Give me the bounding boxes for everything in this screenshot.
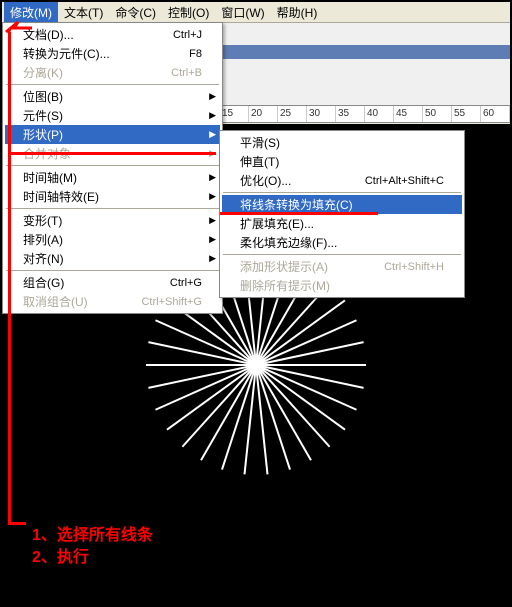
menu-text[interactable]: 文本(T) xyxy=(58,2,109,23)
menu-timeline[interactable]: 时间轴(M) ▶ xyxy=(5,168,220,187)
menu-shortcut: Ctrl+Shift+H xyxy=(384,261,444,273)
ruler-tick: 15 xyxy=(220,106,249,122)
menu-label: 扩展填充(E)... xyxy=(240,215,444,232)
menu-label: 对齐(N) xyxy=(23,250,202,267)
timeline-strip xyxy=(220,45,510,59)
red-annotation-line xyxy=(220,212,378,215)
ruler-tick: 30 xyxy=(307,106,336,122)
menu-shortcut: Ctrl+B xyxy=(171,67,202,79)
menu-label: 转换为元件(C)... xyxy=(23,45,189,62)
menu-arrange[interactable]: 排列(A) ▶ xyxy=(5,230,220,249)
menu-label: 排列(A) xyxy=(23,231,202,248)
menu-label: 位图(B) xyxy=(23,88,202,105)
menu-symbol[interactable]: 元件(S) ▶ xyxy=(5,106,220,125)
menu-label: 分离(K) xyxy=(23,64,171,81)
ruler-tick: 60 xyxy=(481,106,510,122)
menu-timeline-fx[interactable]: 时间轴特效(E) ▶ xyxy=(5,187,220,206)
menu-ungroup: 取消组合(U) Ctrl+Shift+G xyxy=(5,292,220,311)
menu-label: 形状(P) xyxy=(23,126,202,143)
menu-label: 删除所有提示(M) xyxy=(240,277,444,294)
menu-shortcut: F8 xyxy=(189,48,202,60)
red-arrow-icon xyxy=(4,20,34,34)
menu-shortcut: Ctrl+G xyxy=(170,277,202,289)
menu-shape[interactable]: 形状(P) ▶ xyxy=(5,125,220,144)
submenu-arrow-icon: ▶ xyxy=(209,91,216,102)
red-annotation-line xyxy=(8,522,26,525)
menu-group[interactable]: 组合(G) Ctrl+G xyxy=(5,273,220,292)
ruler-tick: 45 xyxy=(394,106,423,122)
menu-shortcut: Ctrl+Alt+Shift+C xyxy=(365,175,444,187)
submenu-optimize[interactable]: 优化(O)... Ctrl+Alt+Shift+C xyxy=(222,171,462,190)
annotation-step2: 2、执行 xyxy=(32,543,89,567)
submenu-arrow-icon: ▶ xyxy=(209,191,216,202)
ruler-tick: 25 xyxy=(278,106,307,122)
menu-shortcut: Ctrl+Shift+G xyxy=(141,296,202,308)
menu-shortcut: Ctrl+J xyxy=(173,29,202,41)
annotation-step1: 1、选择所有线条 xyxy=(32,521,153,545)
submenu-soften-fill[interactable]: 柔化填充边缘(F)... xyxy=(222,233,462,252)
menu-label: 取消组合(U) xyxy=(23,293,141,310)
menu-command[interactable]: 命令(C) xyxy=(109,2,162,23)
menu-help[interactable]: 帮助(H) xyxy=(271,2,324,23)
ruler-tick: 35 xyxy=(336,106,365,122)
modify-dropdown: 文档(D)... Ctrl+J 转换为元件(C)... F8 分离(K) Ctr… xyxy=(2,22,223,314)
menu-separator xyxy=(223,192,461,193)
menu-align[interactable]: 对齐(N) ▶ xyxy=(5,249,220,268)
submenu-arrow-icon: ▶ xyxy=(209,234,216,245)
menu-bitmap[interactable]: 位图(B) ▶ xyxy=(5,87,220,106)
menu-separator xyxy=(223,254,461,255)
menu-window[interactable]: 窗口(W) xyxy=(215,2,270,23)
menu-separator xyxy=(6,165,219,166)
menu-transform[interactable]: 变形(T) ▶ xyxy=(5,211,220,230)
menu-label: 柔化填充边缘(F)... xyxy=(240,234,444,251)
submenu-arrow-icon: ▶ xyxy=(209,253,216,264)
menu-label: 将线条转换为填充(C) xyxy=(240,196,444,213)
submenu-arrow-icon: ▶ xyxy=(209,129,216,140)
menu-label: 文档(D)... xyxy=(23,26,173,43)
submenu-arrow-icon: ▶ xyxy=(209,110,216,121)
menu-label: 优化(O)... xyxy=(240,172,365,189)
menu-label: 元件(S) xyxy=(23,107,202,124)
menu-label: 伸直(T) xyxy=(240,153,444,170)
red-annotation-line xyxy=(8,32,11,522)
menu-separator xyxy=(6,208,219,209)
menu-label: 平滑(S) xyxy=(240,134,444,151)
submenu-arrow-icon: ▶ xyxy=(209,172,216,183)
menu-document[interactable]: 文档(D)... Ctrl+J xyxy=(5,25,220,44)
menu-separator xyxy=(6,84,219,85)
menu-convert-symbol[interactable]: 转换为元件(C)... F8 xyxy=(5,44,220,63)
menu-label: 时间轴(M) xyxy=(23,169,202,186)
menu-label: 添加形状提示(A) xyxy=(240,258,384,275)
red-annotation-line xyxy=(8,152,216,155)
menu-separate: 分离(K) Ctrl+B xyxy=(5,63,220,82)
timeline-ruler[interactable]: 15 20 25 30 35 40 45 50 55 60 xyxy=(220,105,510,123)
menu-label: 组合(G) xyxy=(23,274,170,291)
menu-label: 时间轴特效(E) xyxy=(23,188,202,205)
menubar: 修改(M) 文本(T) 命令(C) 控制(O) 窗口(W) 帮助(H) xyxy=(2,2,510,23)
menu-separator xyxy=(6,270,219,271)
submenu-straighten[interactable]: 伸直(T) xyxy=(222,152,462,171)
menu-control[interactable]: 控制(O) xyxy=(162,2,215,23)
submenu-expand-fill[interactable]: 扩展填充(E)... xyxy=(222,214,462,233)
submenu-remove-hints: 删除所有提示(M) xyxy=(222,276,462,295)
ruler-tick: 40 xyxy=(365,106,394,122)
ruler-tick: 20 xyxy=(249,106,278,122)
submenu-smooth[interactable]: 平滑(S) xyxy=(222,133,462,152)
ruler-tick: 55 xyxy=(452,106,481,122)
ruler-tick: 50 xyxy=(423,106,452,122)
submenu-arrow-icon: ▶ xyxy=(209,215,216,226)
submenu-add-shape-hint: 添加形状提示(A) Ctrl+Shift+H xyxy=(222,257,462,276)
menu-label: 变形(T) xyxy=(23,212,202,229)
